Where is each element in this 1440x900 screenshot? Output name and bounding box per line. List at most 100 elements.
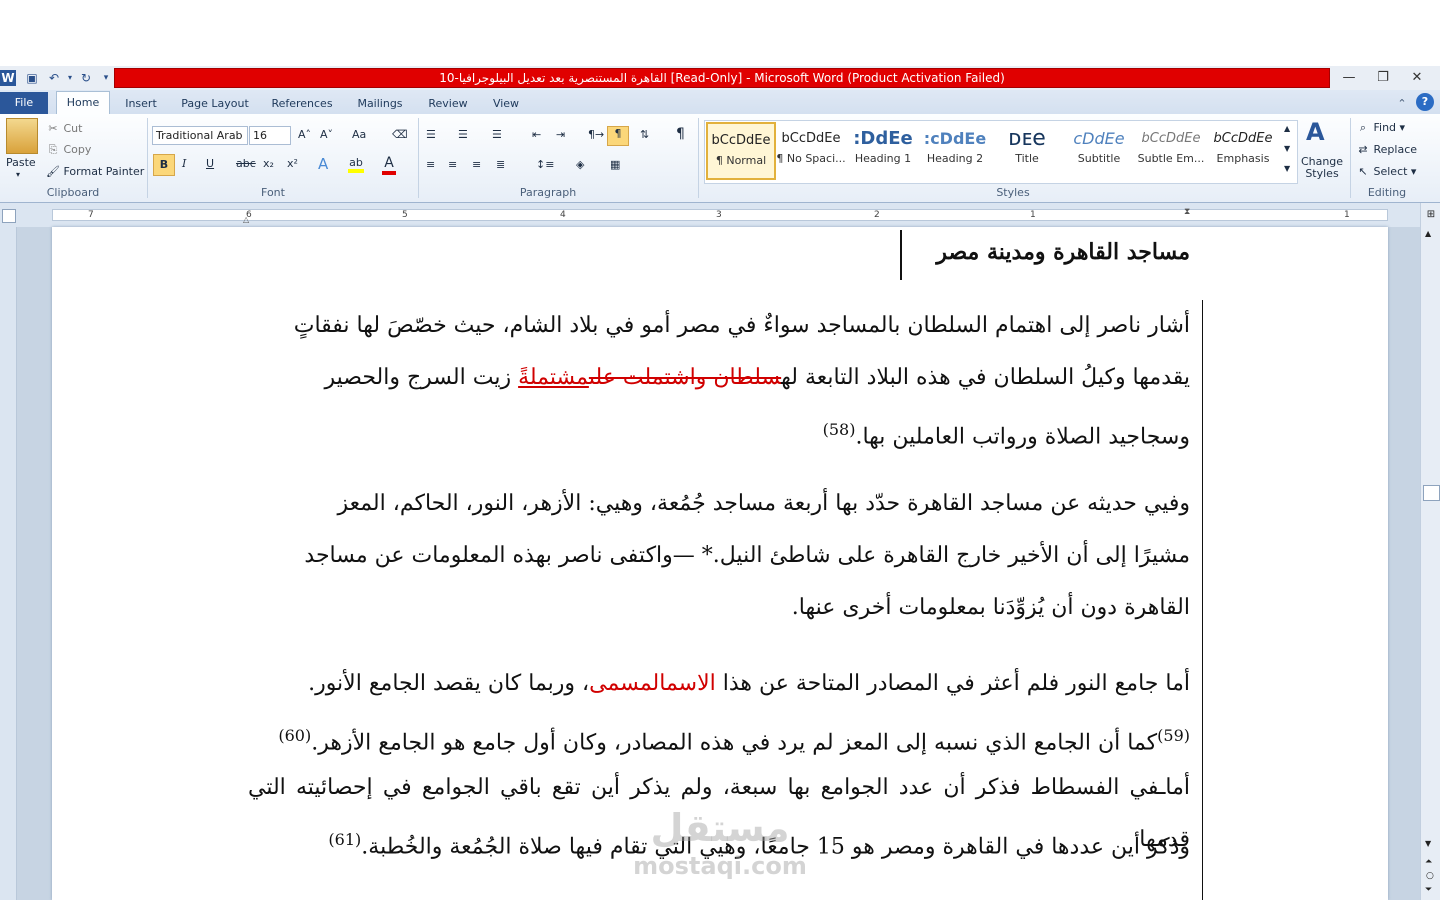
tab-mailings[interactable]: Mailings: [350, 94, 410, 114]
tab-review[interactable]: Review: [422, 94, 474, 114]
vertical-ruler[interactable]: [0, 227, 17, 900]
tab-references[interactable]: References: [266, 94, 338, 114]
redo-icon[interactable]: ↻: [78, 70, 94, 86]
styles-scroll-up-icon[interactable]: ▲: [1284, 124, 1290, 133]
tab-view[interactable]: View: [484, 94, 528, 114]
previous-page-icon[interactable]: ⏶: [1425, 857, 1432, 867]
style-subtle-emphasis[interactable]: bCcDdEe Subtle Em...: [1136, 122, 1206, 180]
decrease-indent-icon[interactable]: ⇤: [532, 128, 541, 141]
highlight-icon[interactable]: ab: [348, 156, 364, 173]
bullets-icon[interactable]: ☰: [426, 128, 436, 141]
paste-icon[interactable]: [6, 118, 38, 154]
change-styles-button[interactable]: Change Styles: [1300, 156, 1344, 180]
tab-page-layout[interactable]: Page Layout: [176, 94, 254, 114]
scroll-down-icon[interactable]: ▼: [1425, 839, 1431, 848]
horizontal-ruler[interactable]: 7 6 5 4 3 2 1 1 ⧗ △: [0, 203, 1440, 227]
align-center-icon[interactable]: ≡: [448, 158, 457, 171]
shading-icon[interactable]: ◈: [576, 158, 584, 171]
clear-formatting-icon[interactable]: ⌫: [392, 128, 408, 141]
font-color-button[interactable]: A: [382, 155, 396, 175]
tab-file[interactable]: File: [0, 92, 48, 114]
format-painter-button[interactable]: 🖌 Format Painter: [46, 165, 144, 179]
vertical-scrollbar[interactable]: ⊞ ▲ ▼ ⏶ ○ ⏷: [1420, 203, 1440, 900]
select-button[interactable]: ↖ Select ▾: [1356, 165, 1416, 179]
scroll-thumb[interactable]: [1423, 485, 1440, 501]
underline-button[interactable]: U: [206, 157, 214, 170]
paragraph-1-line-2[interactable]: يقدمها وكيلُ السلطان في هذه البلاد التاب…: [248, 352, 1190, 404]
increase-indent-icon[interactable]: ⇥: [556, 128, 565, 141]
restore-icon[interactable]: ❐: [1366, 68, 1400, 88]
style-title[interactable]: ᴅᴇe Title: [992, 122, 1062, 180]
footnote-ref-59[interactable]: (59): [1157, 726, 1190, 745]
ltr-direction-icon[interactable]: ¶→: [588, 128, 604, 141]
watermark-logo: مستقل: [650, 806, 790, 850]
indent-marker-icon[interactable]: ⧗: [1184, 207, 1190, 217]
paragraph-3-line-1[interactable]: أما جامع النور فلم أعثر في المصادر المتا…: [248, 658, 1190, 710]
numbering-icon[interactable]: ☰: [458, 128, 468, 141]
font-name-select[interactable]: Traditional Arab: [152, 126, 248, 145]
next-page-icon[interactable]: ⏷: [1425, 885, 1432, 895]
editing-group-label: Editing: [1367, 186, 1407, 199]
minimize-ribbon-icon[interactable]: ⌃: [1394, 94, 1410, 114]
customize-qat-icon[interactable]: ▾: [98, 70, 114, 86]
minimize-icon[interactable]: —: [1332, 68, 1366, 88]
paragraph-2-line-1[interactable]: وفيي حديثه عن مساجد القاهرة حدّد بها أرب…: [248, 478, 1190, 530]
rtl-direction-icon[interactable]: ¶: [607, 126, 629, 146]
align-right-icon[interactable]: ≡: [472, 158, 481, 171]
shrink-font-button[interactable]: A˅: [320, 128, 333, 141]
paragraph-1-line-3[interactable]: وسجاجيد الصلاة ورواتب العاملين بها.(58): [700, 404, 1190, 463]
sort-icon[interactable]: ⇅: [640, 128, 649, 141]
line-spacing-icon[interactable]: ↕≡: [536, 158, 554, 171]
justify-icon[interactable]: ≣: [496, 158, 505, 171]
show-formatting-icon[interactable]: ¶: [676, 126, 685, 142]
style-heading-2[interactable]: :cDdEe Heading 2: [920, 122, 990, 180]
section-heading[interactable]: مساجد القاهرة ومدينة مصر: [906, 226, 1190, 278]
browse-object-icon[interactable]: ○: [1426, 871, 1434, 881]
scroll-up-icon[interactable]: ▲: [1425, 229, 1431, 238]
paragraph-2-line-2[interactable]: مشيرًا إلى أن الأخير خارج القاهرة على شا…: [248, 530, 1190, 582]
view-ruler-icon[interactable]: ⊞: [1424, 209, 1438, 223]
italic-button[interactable]: I: [182, 157, 186, 170]
undo-icon[interactable]: ↶: [46, 70, 62, 86]
paragraph-3-line-2[interactable]: (59)كما أن الجامع الذي نسبه إلى المعز لم…: [248, 710, 1190, 769]
replace-button[interactable]: ⇄ Replace: [1356, 143, 1417, 157]
footnote-ref-61[interactable]: (61): [328, 830, 361, 849]
word-app-icon[interactable]: W: [0, 70, 16, 86]
undo-dropdown-icon[interactable]: ▾: [62, 70, 78, 86]
subscript-button[interactable]: x₂: [263, 157, 274, 170]
change-case-button[interactable]: Aa: [352, 128, 366, 141]
style-emphasis[interactable]: bCcDdEe Emphasis: [1208, 122, 1278, 180]
cut-button[interactable]: ✂ Cut: [46, 122, 82, 136]
borders-icon[interactable]: ▦: [610, 158, 620, 171]
change-styles-icon[interactable]: A: [1306, 118, 1325, 146]
help-icon[interactable]: ?: [1416, 93, 1434, 111]
text-effects-button[interactable]: A: [318, 155, 328, 173]
styles-scroll-down-icon[interactable]: ▼: [1284, 144, 1290, 153]
grow-font-button[interactable]: A˄: [298, 128, 311, 141]
footnote-ref-58[interactable]: (58): [823, 420, 856, 439]
close-icon[interactable]: ✕: [1400, 68, 1434, 88]
paragraph-1-line-1[interactable]: أشار ناصر إلى اهتمام السلطان بالمساجد سو…: [248, 300, 1190, 352]
style-normal[interactable]: bCcDdEe ¶ Normal: [706, 122, 776, 180]
paste-dropdown-icon[interactable]: ▾: [16, 170, 20, 179]
multilevel-list-icon[interactable]: ☰: [492, 128, 502, 141]
copy-button[interactable]: ⎘ Copy: [46, 143, 92, 157]
strikethrough-button[interactable]: abc: [236, 157, 256, 170]
superscript-button[interactable]: x²: [287, 157, 298, 170]
font-size-select[interactable]: 16: [249, 126, 291, 145]
styles-more-icon[interactable]: ▼: [1284, 164, 1290, 173]
tab-insert[interactable]: Insert: [118, 94, 164, 114]
bold-button[interactable]: B: [153, 154, 175, 176]
footnote-ref-60[interactable]: (60): [278, 726, 311, 745]
find-button[interactable]: ⌕ Find ▾: [1356, 121, 1405, 135]
paragraph-2-line-3[interactable]: القاهرة دون أن يُزوِّدَنا بمعلومات أخرى …: [600, 582, 1190, 634]
align-left-icon[interactable]: ≡: [426, 158, 435, 171]
paste-button[interactable]: Paste: [6, 156, 36, 169]
style-subtitle[interactable]: cDdEe Subtitle: [1064, 122, 1134, 180]
save-icon[interactable]: ▣: [24, 70, 40, 86]
tab-home[interactable]: Home: [56, 91, 110, 114]
style-no-spacing[interactable]: bCcDdEe ¶ No Spaci...: [776, 122, 846, 180]
tab-selector-icon[interactable]: [2, 209, 16, 223]
left-indent-marker-icon[interactable]: △: [243, 215, 249, 224]
style-heading-1[interactable]: :DdEe Heading 1: [848, 122, 918, 180]
